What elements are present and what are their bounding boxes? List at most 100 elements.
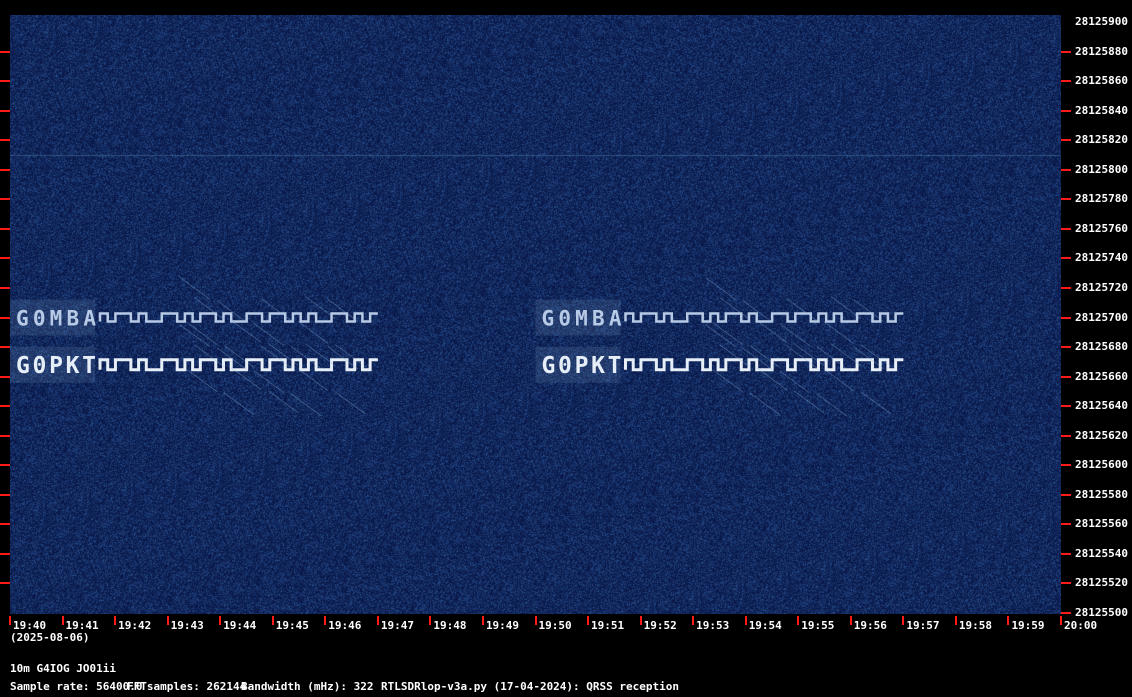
- time-tick-label: 20:00: [1064, 619, 1098, 632]
- signal-callsign: G0PKT: [542, 353, 622, 379]
- signal-waveform: [98, 358, 378, 372]
- time-tick: [271, 616, 274, 625]
- signal-traces: G0MBA G0MBA G0PKT G0PKT: [10, 277, 904, 417]
- doppler-streak: [290, 393, 322, 417]
- fft-samples-label: FFTsamples: 262144: [127, 680, 247, 693]
- doppler-streak: [297, 321, 329, 344]
- time-tick-label: 19:52: [643, 619, 677, 632]
- doppler-streak: [253, 370, 285, 394]
- doppler-streak: [860, 391, 891, 415]
- frequency-tick-right: [1061, 552, 1071, 555]
- time-tick-label: 19:43: [170, 619, 204, 632]
- frequency-tick-left: [0, 168, 10, 171]
- time-tick: [481, 616, 484, 625]
- doppler-streak: [186, 369, 218, 393]
- doppler-streak: [268, 390, 299, 414]
- doppler-streak: [297, 368, 329, 392]
- time-tick-label: 19:56: [853, 619, 887, 632]
- signal-waveform: [624, 358, 904, 372]
- time-tick: [534, 616, 537, 625]
- station-label: 10m G4IOG JO01ii: [10, 662, 116, 675]
- bandwidth-label: Bandwidth (mHz): 322: [241, 680, 374, 693]
- doppler-streak: [194, 344, 225, 368]
- frequency-tick-left: [0, 257, 10, 260]
- time-tick: [376, 616, 379, 625]
- software-label: RTLSDRlop-v3a.py (17-04-2024): QRSS rece…: [381, 680, 680, 693]
- qrss-grabber: G0MBA G0MBA G0PKT G0PKT 28125900 28125880 281…: [0, 0, 1132, 697]
- doppler-streak: [786, 298, 817, 321]
- time-tick-label: 19:47: [380, 619, 414, 632]
- frequency-tick-left: [0, 493, 10, 496]
- signal-waveform: [624, 312, 904, 323]
- doppler-streak: [260, 298, 292, 321]
- frequency-tick-right: [1061, 493, 1071, 496]
- time-tick-label: 19:42: [118, 619, 152, 632]
- frequency-tick-label: 28125820: [1075, 133, 1128, 147]
- doppler-streak: [194, 297, 225, 320]
- frequency-tick-label: 28125660: [1075, 369, 1128, 383]
- frequency-tick-label: 28125560: [1075, 517, 1128, 531]
- time-tick-label: 19:54: [748, 619, 782, 632]
- time-tick: [9, 616, 11, 625]
- doppler-streak: [816, 393, 847, 417]
- doppler-streak: [779, 370, 810, 394]
- time-tick-label: 19:57: [906, 619, 940, 632]
- time-tick-label: 19:58: [958, 619, 993, 632]
- time-tick-label: 19:41: [65, 619, 99, 632]
- signal-callsign: G0PKT: [16, 353, 96, 379]
- time-tick-label: 19:55: [801, 619, 835, 632]
- doppler-streak: [719, 344, 751, 368]
- time-tick: [849, 616, 852, 625]
- frequency-tick-label: 28125500: [1075, 606, 1128, 619]
- frequency-tick-label: 28125840: [1075, 103, 1128, 117]
- time-tick-label: 19:48: [433, 619, 467, 632]
- time-tick: [692, 616, 695, 625]
- frequency-tick-right: [1061, 80, 1071, 83]
- time-tick: [324, 616, 327, 625]
- signal-waveform: [98, 312, 378, 323]
- time-tick-label: 19:44: [223, 619, 257, 632]
- time-tick: [429, 616, 432, 625]
- doppler-streak: [705, 277, 736, 300]
- frequency-tick-right: [1061, 375, 1071, 378]
- doppler-streak: [793, 390, 825, 414]
- frequency-tick-right: [1061, 50, 1071, 53]
- doppler-streak: [305, 296, 336, 319]
- time-tick: [639, 616, 642, 625]
- frequency-tick-right: [1061, 346, 1071, 349]
- frequency-tick-label: 28125640: [1075, 399, 1128, 413]
- frequency-tick-label: 28125860: [1075, 74, 1128, 88]
- time-tick-label: 19:45: [275, 619, 309, 632]
- time-tick: [61, 616, 64, 625]
- frequency-tick-left: [0, 582, 10, 585]
- frequency-tick-left: [0, 375, 10, 378]
- frequency-tick-left: [0, 434, 10, 437]
- doppler-streak: [823, 368, 854, 392]
- frequency-tick-right: [1061, 612, 1071, 614]
- time-tick-label: 19:59: [1011, 619, 1045, 632]
- frequency-tick-right: [1061, 109, 1071, 112]
- frequency-tick-label: 28125800: [1075, 162, 1128, 176]
- frequency-tick-left: [0, 523, 10, 526]
- frequency-tick-right: [1061, 405, 1071, 408]
- frequency-tick-left: [0, 50, 10, 53]
- signal-callsign: G0MBA: [542, 307, 622, 331]
- frequency-tick-right: [1061, 139, 1071, 142]
- time-tick: [954, 616, 957, 625]
- frequency-tick-left: [0, 227, 10, 230]
- frequency-tick-left: [0, 552, 10, 555]
- time-tick-label: 19:50: [538, 619, 572, 632]
- date-label: (2025-08-06): [10, 631, 90, 644]
- frequency-tick-label: 28125700: [1075, 310, 1128, 324]
- time-tick: [219, 616, 222, 625]
- frequency-tick-right: [1061, 523, 1071, 526]
- time-tick: [587, 616, 590, 625]
- doppler-streak: [719, 297, 751, 320]
- doppler-streak: [749, 392, 780, 416]
- time-tick-label: 19:40: [13, 619, 47, 632]
- time-tick-label: 19:49: [485, 619, 520, 632]
- doppler-streak: [179, 277, 211, 300]
- frequency-tick-label: 28125520: [1075, 576, 1128, 590]
- frequency-tick-left: [0, 464, 10, 467]
- frequency-tick-label: 28125580: [1075, 487, 1128, 501]
